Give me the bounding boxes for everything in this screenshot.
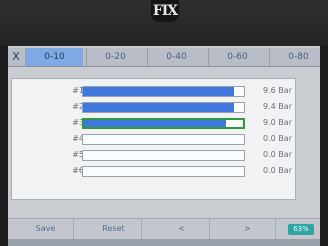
- bar-fill-1: [83, 87, 235, 96]
- device-bezel-right: [320, 46, 328, 246]
- row-label-5: #5: [72, 150, 84, 159]
- close-button[interactable]: X: [9, 49, 23, 65]
- row-label-2: #2: [72, 102, 84, 111]
- row-value-6: 0.0 Bar: [263, 166, 292, 175]
- tab-range-1[interactable]: 0-20: [86, 48, 144, 66]
- tab-range-0[interactable]: 0-10: [25, 48, 83, 66]
- bar-fill-2: [83, 103, 235, 112]
- row-value-5: 0.0 Bar: [263, 150, 292, 159]
- row-label-4: #4: [72, 134, 84, 143]
- row-value-4: 0.0 Bar: [263, 134, 292, 143]
- bar-fill-3: [84, 120, 226, 127]
- pressure-bar-5[interactable]: [82, 150, 245, 161]
- device-bezel-left: [0, 46, 8, 246]
- row-label-3: #3: [72, 118, 84, 127]
- device-logo: FIX: [151, 0, 179, 22]
- pressure-panel: #1 9.6 Bar #2 9.4 Bar #3 9.0 Bar #4 0.0 …: [11, 78, 296, 200]
- tab-range-3[interactable]: 0-60: [208, 48, 266, 66]
- row-value-2: 9.4 Bar: [263, 102, 292, 111]
- reset-button[interactable]: Reset: [86, 219, 142, 239]
- status-badge: 63%: [288, 224, 314, 235]
- device-bezel-top: FIX: [0, 0, 328, 46]
- row-value-1: 9.6 Bar: [263, 86, 292, 95]
- row-label-1: #1: [72, 86, 84, 95]
- range-tab-bar: X 0-10 0-20 0-40 0-60 0-80: [8, 48, 320, 67]
- pressure-bar-6[interactable]: [82, 166, 245, 177]
- screen: X 0-10 0-20 0-40 0-60 0-80 #1 9.6 Bar #2…: [8, 46, 320, 246]
- tab-range-4[interactable]: 0-80: [269, 48, 320, 66]
- pressure-bar-4[interactable]: [82, 134, 245, 145]
- bottom-toolbar: Save Reset < > 63%: [8, 218, 320, 239]
- pressure-bar-1[interactable]: [82, 86, 245, 97]
- row-label-6: #6: [72, 166, 84, 175]
- prev-button[interactable]: <: [154, 219, 210, 239]
- tab-range-2[interactable]: 0-40: [147, 48, 205, 66]
- pressure-bar-2[interactable]: [82, 102, 245, 113]
- pressure-bar-3[interactable]: [82, 118, 245, 129]
- next-button[interactable]: >: [220, 219, 276, 239]
- save-button[interactable]: Save: [18, 219, 74, 239]
- screen-bottom-strip: [8, 239, 320, 246]
- row-value-3: 9.0 Bar: [263, 118, 292, 127]
